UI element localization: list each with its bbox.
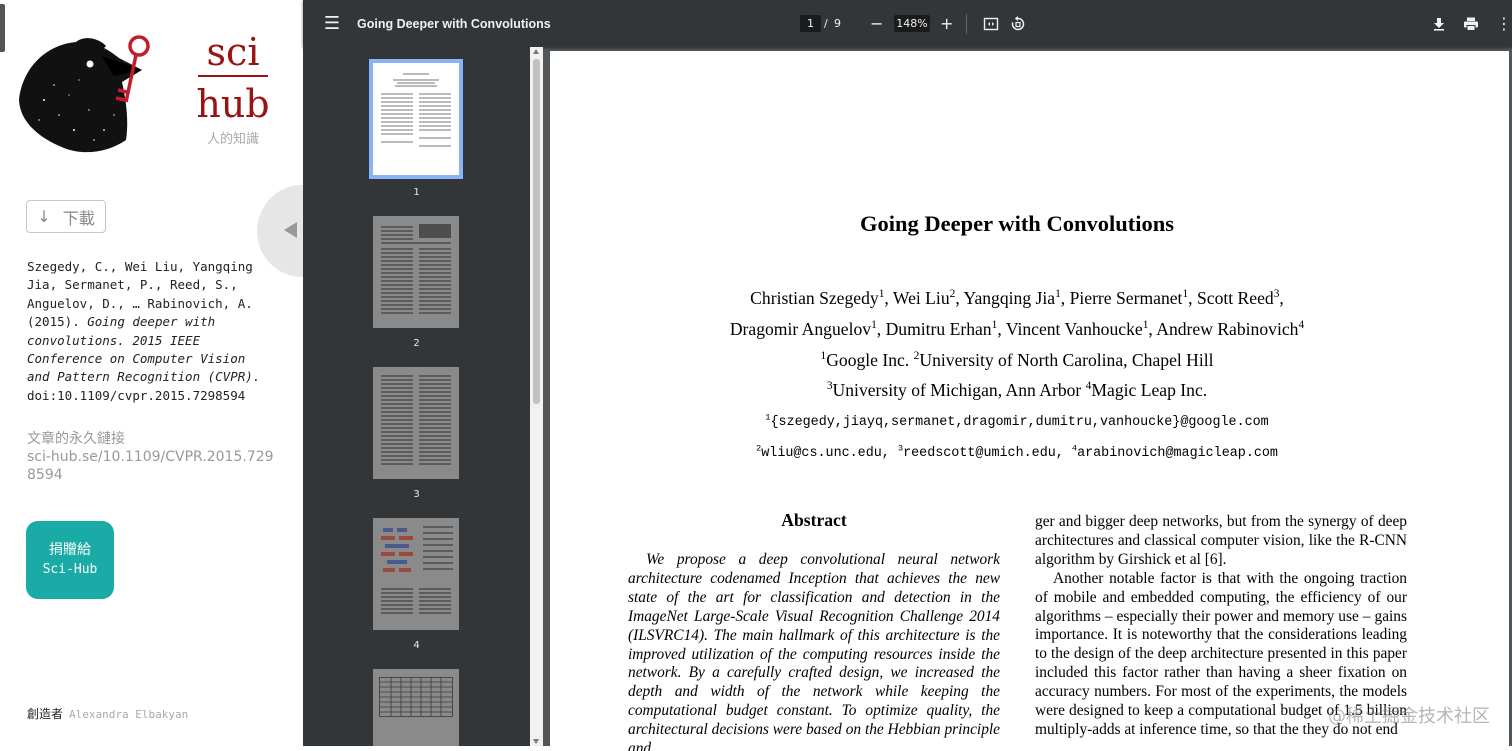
zoom-level-input[interactable]: 148% bbox=[894, 15, 930, 32]
creator-name[interactable]: Alexandra Elbakyan bbox=[69, 708, 188, 721]
author: Pierre Sermanet1, bbox=[1069, 288, 1197, 308]
pdf-viewer: ☰ Going Deeper with Convolutions 1 / 9 −… bbox=[303, 0, 1512, 751]
thumbnail-label: 4 bbox=[413, 640, 420, 651]
pdf-toolbar: ☰ Going Deeper with Convolutions 1 / 9 −… bbox=[303, 0, 1512, 47]
document-title: Going Deeper with Convolutions bbox=[357, 16, 551, 31]
author: Wei Liu2, bbox=[892, 288, 964, 308]
minus-icon: − bbox=[870, 14, 884, 33]
print-button[interactable] bbox=[1463, 0, 1479, 47]
author: Christian Szegedy1, bbox=[750, 288, 893, 308]
watermark: @稀土掘金技术社区 bbox=[1328, 706, 1490, 727]
brand-hub-text: hub bbox=[196, 82, 270, 126]
donate-button[interactable]: 捐贈給 Sci-Hub bbox=[26, 521, 114, 599]
triangle-left-icon bbox=[284, 222, 297, 238]
email-line: 1{szegedy,jiayq,sermanet,dragomir,dumitr… bbox=[765, 412, 1269, 430]
paper-title: Going Deeper with Convolutions bbox=[860, 211, 1174, 236]
affiliation-line: 3University of Michigan, Ann Arbor 4Magi… bbox=[826, 380, 1208, 400]
paragraph: ger and bigger deep networks, but from t… bbox=[1035, 513, 1407, 568]
download-label: 下載 bbox=[62, 208, 95, 228]
scroll-up-icon[interactable] bbox=[533, 49, 539, 54]
rotate-button[interactable] bbox=[1010, 0, 1026, 47]
email-line: 2wliu@cs.unc.edu, 3reedscott@umich.edu, … bbox=[756, 443, 1278, 461]
page-total: 9 bbox=[834, 17, 841, 30]
fit-page-icon bbox=[983, 17, 999, 30]
printer-icon bbox=[1464, 17, 1478, 31]
sidebar-edge-tab[interactable] bbox=[0, 4, 5, 52]
scrollbar-thumb[interactable] bbox=[533, 59, 540, 404]
donate-label-line2: Sci-Hub bbox=[42, 562, 98, 577]
rotate-icon bbox=[1011, 15, 1025, 30]
thumbnail-page[interactable] bbox=[369, 59, 463, 179]
authors-line: Dragomir Anguelov1, Dumitru Erhan1, Vinc… bbox=[550, 319, 1484, 340]
hamburger-icon: ☰ bbox=[323, 13, 341, 34]
pdf-page: Going Deeper with Convolutions Christian… bbox=[550, 51, 1509, 751]
download-icon bbox=[1434, 17, 1444, 31]
creator-credit: 創造者 Alexandra Elbakyan bbox=[27, 705, 188, 722]
plus-icon: + bbox=[940, 14, 954, 33]
thumbnail-label: 3 bbox=[413, 489, 420, 500]
thumbnail-label: 1 bbox=[413, 187, 420, 198]
thumbnail-panel: 1 2 3 4 bbox=[303, 47, 530, 746]
author: Andrew Rabinovich4 bbox=[1156, 319, 1305, 339]
more-vert-icon: ⋮ bbox=[1496, 14, 1512, 33]
abstract-heading: Abstract bbox=[781, 510, 847, 530]
pdf-download-button[interactable] bbox=[1432, 0, 1446, 47]
scihub-sidebar: sci hub 人的知識 ↓ 下載 Szegedy, C., Wei Liu, … bbox=[0, 0, 303, 746]
thumbnail-page[interactable] bbox=[373, 669, 459, 746]
fit-to-page-button[interactable] bbox=[983, 0, 999, 47]
toolbar-divider bbox=[966, 14, 967, 34]
author: Yangqing Jia1, bbox=[963, 288, 1070, 308]
zoom-out-button[interactable]: − bbox=[870, 0, 883, 47]
scihub-raven-logo[interactable] bbox=[14, 30, 164, 155]
thumbnail-label: 2 bbox=[413, 338, 420, 349]
citation-doi: doi:10.1109/cvpr.2015.7298594 bbox=[27, 387, 246, 403]
thumbnail-page[interactable] bbox=[373, 367, 459, 479]
author: Dumitru Erhan1, bbox=[885, 319, 1006, 339]
more-options-button[interactable]: ⋮ bbox=[1496, 0, 1512, 47]
creator-label: 創造者 bbox=[27, 707, 64, 721]
donate-label-line1: 捐贈給 bbox=[49, 542, 91, 558]
author: Vincent Vanhoucke1, bbox=[1005, 319, 1157, 339]
permalink-label: 文章的永久鏈接 bbox=[27, 431, 125, 447]
menu-button[interactable]: ☰ bbox=[321, 0, 343, 47]
citation: Szegedy, C., Wei Liu, Yangqing Jia, Serm… bbox=[27, 258, 272, 405]
authors-line: Christian Szegedy1, Wei Liu2, Yangqing J… bbox=[550, 288, 1484, 309]
author: Dragomir Anguelov1, bbox=[729, 319, 886, 339]
arrow-down-icon: ↓ bbox=[37, 207, 51, 226]
page-separator: / bbox=[824, 17, 828, 30]
affiliation-line: 1Google Inc. 2University of North Caroli… bbox=[820, 350, 1214, 370]
abstract-text: We propose a deep convolutional neural n… bbox=[628, 551, 1001, 751]
brand-sci-text: sci bbox=[206, 30, 260, 74]
brand-divider bbox=[198, 75, 268, 77]
page-number-input[interactable]: 1 bbox=[800, 15, 821, 32]
brand-tagline: 人的知識 bbox=[206, 132, 259, 147]
permalink-url[interactable]: sci-hub.se/10.1109/CVPR.2015.7298594 bbox=[27, 448, 277, 484]
thumbnail-page[interactable] bbox=[373, 518, 459, 630]
download-button[interactable]: ↓ 下載 bbox=[26, 200, 106, 233]
zoom-in-button[interactable]: + bbox=[940, 0, 953, 47]
scroll-down-icon[interactable] bbox=[533, 739, 539, 744]
author: Scott Reed3, bbox=[1196, 288, 1284, 308]
thumbnail-scrollbar[interactable] bbox=[530, 47, 543, 746]
thumbnail-page[interactable] bbox=[373, 216, 459, 328]
